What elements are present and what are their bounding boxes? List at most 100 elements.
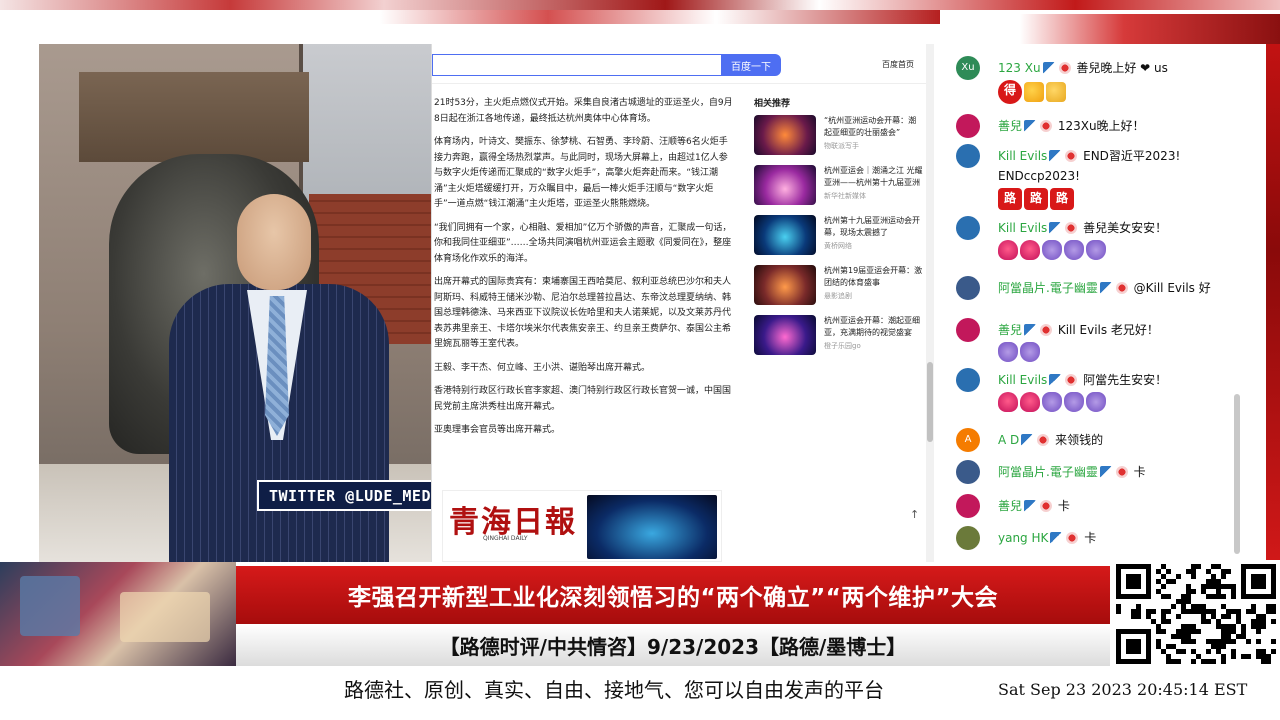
peace-hand-icon [998,342,1018,362]
related-item[interactable]: 杭州亚运会｜潮涌之江 光耀亚洲——杭州第十九届亚洲 新华社新媒体 [754,165,924,215]
article-paragraph: 21时53分，主火炬点燃仪式开始。采集自良渚古城遗址的亚运圣火，自9月8日起在浙… [434,98,733,124]
program-subtitle: 【路德时评/中共情咨】9/23/2023【路德/墨博士】 [236,624,1110,666]
headline-banner: 李强召开新型工业化深刻领悟习的“两个确立”“两个维护”大会 [236,566,1110,624]
news-thumbnail [0,562,236,666]
avatar[interactable]: Xu [956,56,980,80]
related-item-title: 杭州第十九届亚洲运动会开幕，现场太震撼了 [824,216,920,237]
chat-message-text: @Kill Evils 好 [1129,281,1211,295]
related-title: 相关推荐 [754,99,791,109]
chat-message-text: 阿當先生安安！ [1079,373,1168,387]
wrench-badge-icon [1099,466,1112,478]
related-item-title: 杭州亚运会｜潮涌之江 光耀亚洲——杭州第十九届亚洲 [824,166,923,187]
related-thumbnail [754,215,816,255]
avatar[interactable]: A [956,428,980,452]
related-item-source: 悬影追剧 [824,292,852,300]
peace-hand-icon [1042,392,1062,412]
lu-emoji-icon: 路 [1050,188,1074,210]
chat-author-name[interactable]: 善兒 [998,323,1022,337]
chat-author-name[interactable]: A D [998,433,1019,447]
member-badge-icon [1040,324,1053,336]
wrench-badge-icon [1024,120,1037,132]
flexed-biceps-icon [1024,82,1044,102]
avatar[interactable] [956,276,980,300]
bell-yoke [79,72,309,162]
newspaper-photo [587,495,717,559]
related-item-title: 杭州第19届亚运会开幕：激团结的体育盛事 [824,266,923,287]
chat-author-name[interactable]: 123 Xu [998,61,1041,75]
avatar[interactable] [956,460,980,484]
wrench-badge-icon [1050,532,1063,544]
avatar[interactable] [956,494,980,518]
member-badge-icon [1040,120,1053,132]
newspaper-image: 青海日報 QINGHAI DAILY [442,490,722,562]
peace-hand-icon [1020,342,1040,362]
chat-author-name[interactable]: 善兒 [998,499,1022,513]
wrench-badge-icon [1024,324,1037,336]
related-thumbnail [754,265,816,305]
ticker-text: 路德社、原创、真实、自由、接地气、您可以自由发声的平台 [344,678,884,702]
article-scrollbar[interactable] [926,44,934,562]
related-item[interactable]: 杭州亚运会开幕：潮起亚细亚，充满期待的视觉盛宴 橙子乐园go [754,315,924,365]
chat-message-text: Kill Evils 老兄好！ [1054,323,1159,337]
avatar[interactable] [956,114,980,138]
member-badge-icon [1065,222,1078,234]
wrench-badge-icon [1049,374,1062,386]
peace-hand-icon [1086,392,1106,412]
avatar[interactable] [956,216,980,240]
member-badge-icon [1037,434,1050,446]
scroll-top-icon[interactable]: ↑ [910,508,919,521]
wrench-badge-icon [1042,62,1055,74]
related-item-source: 物联派写手 [824,142,859,150]
twitter-handle-label: TWITTER @LUDE_MEDIA [257,480,431,511]
de-emoji-icon: 得 [998,80,1022,104]
chat-author-name[interactable]: Kill Evils [998,149,1047,163]
avatar[interactable] [956,144,980,168]
article-body: 21时53分，主火炬点燃仪式开始。采集自良渚古城遗址的亚运圣火，自9月8日起在浙… [434,96,734,447]
article-paragraph: 香港特别行政区行政长官李家超、澳门特别行政区行政长官贺一诚，中国国民党前主席洪秀… [434,386,732,412]
chat-message-text: 卡 [1080,531,1097,545]
wrench-badge-icon [1049,150,1062,162]
related-item-title: “杭州亚洲运动会开幕：潮起亚细亚的壮丽盛会” [824,116,917,137]
emoji-row: 路路路 [998,186,1236,210]
chat-author-name[interactable]: 善兒 [998,119,1022,133]
timestamp-clock: Sat Sep 23 2023 20:45:14 EST [998,680,1248,699]
chat-author-name[interactable]: Kill Evils [998,221,1047,235]
chat-author-name[interactable]: 阿當晶片.電子幽靈 [998,281,1098,295]
girl-emoji-icon [1020,392,1040,412]
home-link[interactable]: 百度首页 [882,59,914,70]
qr-code [1110,562,1280,666]
chat-author-name[interactable]: 阿當晶片.電子幽靈 [998,465,1098,479]
chat-scrollbar[interactable] [1232,44,1242,560]
member-badge-icon [1115,466,1128,478]
thumbs-up-icon [1046,82,1066,102]
search-input[interactable] [432,54,722,76]
related-item[interactable]: “杭州亚洲运动会开幕：潮起亚细亚的壮丽盛会” 物联派写手 [754,115,924,165]
chat-message-text: 善兒晚上好 ❤ us [1072,61,1168,75]
article-paragraph: 王毅、李干杰、何立峰、王小洪、谌贻琴出席开幕式。 [434,362,651,373]
chat-message-text: 卡 [1054,499,1070,513]
avatar[interactable] [956,526,980,550]
emoji-row [998,340,1236,362]
host-video: TWITTER @LUDE_MEDIA [39,44,431,562]
search-button[interactable]: 百度一下 [721,54,781,76]
chat-author-name[interactable]: yang HK [998,531,1048,545]
top-banner-strip [0,0,1280,44]
newspaper-subtitle: QINGHAI DAILY [483,535,528,542]
related-item[interactable]: 杭州第19届亚运会开幕：激团结的体育盛事 悬影追剧 [754,265,924,315]
avatar[interactable] [956,318,980,342]
related-recommendations: 相关推荐 “杭州亚洲运动会开幕：潮起亚细亚的壮丽盛会” 物联派写手 杭州亚运会｜… [754,96,924,365]
wrench-badge-icon [1024,500,1037,512]
peace-hand-icon [1086,240,1106,260]
chat-message-text: 123Xu晚上好！ [1054,119,1145,133]
related-item-title: 杭州亚运会开幕：潮起亚细亚，充满期待的视觉盛宴 [824,316,920,337]
article-paragraph: 亚奥理事会官员等出席开幕式。 [434,425,561,435]
stream-frame: TWITTER @LUDE_MEDIA 百度一下 百度首页 21时53分，主火炬… [0,0,1280,720]
related-item[interactable]: 杭州第十九届亚洲运动会开幕，现场太震撼了 黄桥网络 [754,215,924,265]
chat-author-name[interactable]: Kill Evils [998,373,1047,387]
related-item-source: 黄桥网络 [824,242,852,250]
member-badge-icon [1065,374,1078,386]
chat-message-text: 善兒美女安安！ [1079,221,1168,235]
emoji-row [998,390,1236,412]
avatar[interactable] [956,368,980,392]
member-badge-icon [1058,62,1071,74]
